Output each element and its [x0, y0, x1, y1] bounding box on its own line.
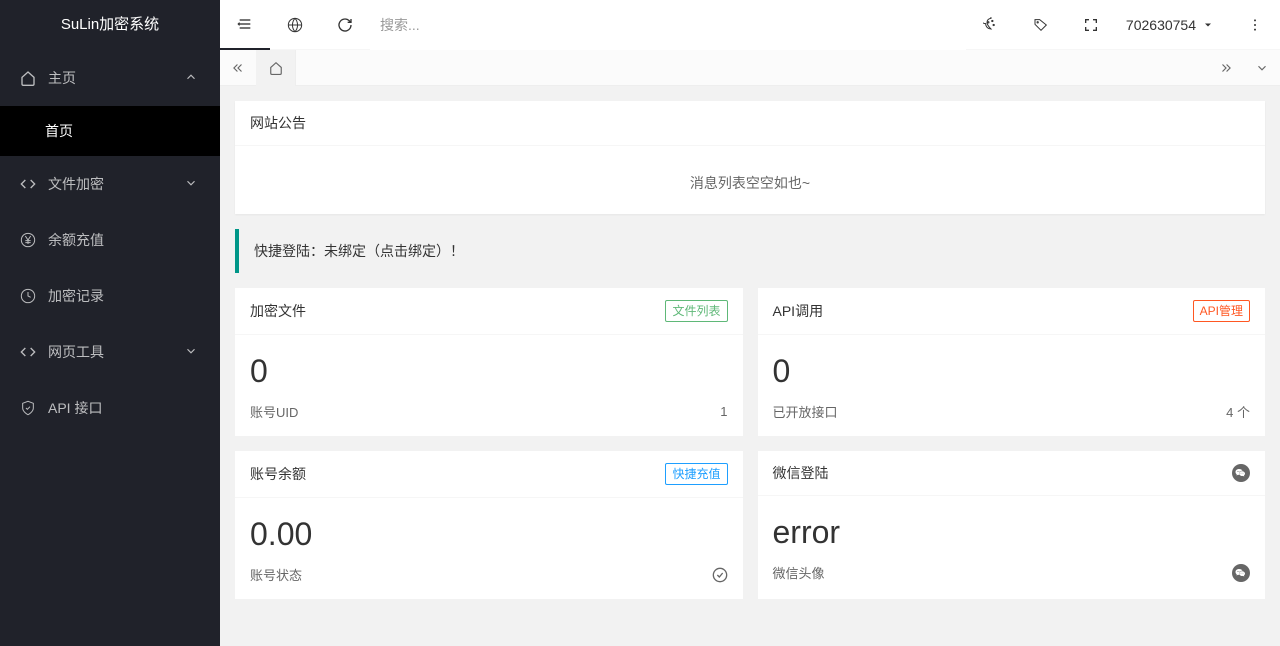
- stats-grid: 加密文件 文件列表 0 账号UID 1 API调用 API管理: [235, 288, 1265, 599]
- chevron-down-icon: [184, 344, 200, 360]
- tabs-dropdown-button[interactable]: [1244, 50, 1280, 86]
- stat-foot-label: 账号UID: [250, 402, 298, 421]
- check-circle-icon: [712, 567, 728, 583]
- sidebar-menu: 主页 首页 文件加密 余额充值: [0, 50, 220, 646]
- more-button[interactable]: [1230, 0, 1280, 50]
- sidebar-item-label: API 接口: [48, 398, 200, 418]
- sidebar-item-label: 网页工具: [48, 342, 184, 362]
- quick-login-alert[interactable]: 快捷登陆：未绑定（点击绑定）！: [235, 229, 1265, 273]
- sidebar-item-home[interactable]: 主页: [0, 50, 220, 106]
- globe-icon[interactable]: [270, 0, 320, 50]
- tabs-prev-button[interactable]: [220, 50, 256, 86]
- home-icon: [269, 61, 283, 75]
- stat-card-encrypt-files: 加密文件 文件列表 0 账号UID 1: [235, 288, 743, 436]
- sidebar-item-label: 加密记录: [48, 286, 200, 306]
- code-icon: [20, 176, 36, 192]
- user-menu[interactable]: 702630754: [1116, 17, 1230, 33]
- tag-icon[interactable]: [1016, 0, 1066, 50]
- stat-card-api-calls: API调用 API管理 0 已开放接口 4 个: [758, 288, 1266, 436]
- shield-icon: [20, 400, 36, 416]
- quick-recharge-badge[interactable]: 快捷充值: [665, 463, 727, 485]
- sidebar-item-label: 余额充值: [48, 230, 200, 250]
- sidebar-item-label: 文件加密: [48, 174, 184, 194]
- header: 702630754: [220, 0, 1280, 50]
- stat-value: error: [773, 506, 1251, 563]
- sidebar-item-records[interactable]: 加密记录: [0, 268, 220, 324]
- file-list-badge[interactable]: 文件列表: [665, 300, 727, 322]
- app-logo: SuLin加密系统: [0, 0, 220, 50]
- tab-home[interactable]: [256, 50, 296, 86]
- stat-value: 0: [773, 345, 1251, 402]
- fullscreen-button[interactable]: [1066, 0, 1116, 50]
- stat-foot-label: 账号状态: [250, 565, 302, 584]
- menu-toggle-button[interactable]: [220, 0, 270, 50]
- sidebar-subitem-index[interactable]: 首页: [0, 106, 220, 156]
- yen-icon: [20, 232, 36, 248]
- user-id: 702630754: [1126, 17, 1196, 33]
- sidebar: SuLin加密系统 主页 首页 文件加密: [0, 0, 220, 646]
- stat-title: 微信登陆: [773, 463, 829, 483]
- stat-foot-label: 已开放接口: [773, 402, 838, 421]
- sidebar-item-label: 主页: [48, 68, 184, 88]
- alert-text: 快捷登陆：未绑定（点击绑定）！: [254, 243, 464, 259]
- stat-value: 0.00: [250, 508, 728, 565]
- tabs-next-button[interactable]: [1208, 50, 1244, 86]
- sidebar-item-web-tools[interactable]: 网页工具: [0, 324, 220, 380]
- code-icon: [20, 344, 36, 360]
- search-input[interactable]: [370, 0, 966, 50]
- tabs-bar: [220, 50, 1280, 86]
- stat-card-balance: 账号余额 快捷充值 0.00 账号状态: [235, 451, 743, 599]
- stat-card-wechat-login: 微信登陆 error 微信头像: [758, 451, 1266, 599]
- stat-title: 加密文件: [250, 301, 306, 321]
- clock-icon: [20, 288, 36, 304]
- stat-foot-value: 1: [720, 404, 727, 419]
- caret-down-icon: [1202, 19, 1214, 31]
- sidebar-item-api[interactable]: API 接口: [0, 380, 220, 436]
- notice-empty-message: 消息列表空空如也~: [250, 161, 1250, 199]
- sidebar-item-file-encrypt[interactable]: 文件加密: [0, 156, 220, 212]
- chevron-down-icon: [184, 176, 200, 192]
- api-manage-badge[interactable]: API管理: [1193, 300, 1250, 322]
- stat-foot-value: 4 个: [1226, 402, 1250, 421]
- stat-title: API调用: [773, 301, 824, 321]
- main: 702630754: [220, 0, 1280, 646]
- theme-icon[interactable]: [966, 0, 1016, 50]
- wechat-icon: [1232, 564, 1250, 582]
- notice-title: 网站公告: [250, 113, 306, 133]
- wechat-icon[interactable]: [1232, 464, 1250, 482]
- stat-value: 0: [250, 345, 728, 402]
- stat-foot-label: 微信头像: [773, 563, 825, 582]
- content: 网站公告 消息列表空空如也~ 快捷登陆：未绑定（点击绑定）！ 加密文件 文件列表…: [220, 86, 1280, 646]
- chevron-up-icon: [184, 70, 200, 86]
- sidebar-item-recharge[interactable]: 余额充值: [0, 212, 220, 268]
- refresh-button[interactable]: [320, 0, 370, 50]
- tabs-list: [256, 50, 1208, 86]
- notice-card: 网站公告 消息列表空空如也~: [235, 101, 1265, 214]
- home-icon: [20, 70, 36, 86]
- stat-title: 账号余额: [250, 464, 306, 484]
